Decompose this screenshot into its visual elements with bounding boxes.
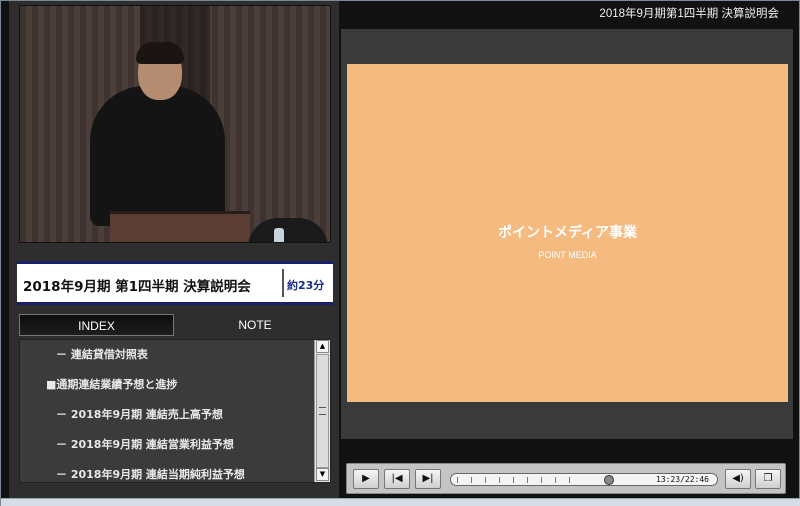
list-item[interactable]: － 連結貸借対照表 [20, 344, 312, 366]
previous-button[interactable]: |◀ [384, 469, 410, 489]
list-item[interactable]: － 2018年9月期 連結当期純利益予想 [20, 464, 312, 482]
player-window: 2018年9月期第1四半期 決算説明会 2018年9月期 第1四半期 決算説明会… [0, 0, 800, 506]
player-controls: ▶ |◀ ▶| 13:23/22:46 ◀) ❐ [346, 463, 786, 494]
session-title-box: 2018年9月期 第1四半期 決算説明会 約23分 [17, 261, 333, 305]
popout-window-icon: ❐ [763, 473, 773, 484]
next-button[interactable]: ▶| [415, 469, 441, 489]
speaker-figure [90, 86, 225, 226]
slide-stage: ポイントメディア事業 POINT MEDIA [341, 29, 793, 439]
tab-index[interactable]: INDEX [19, 314, 174, 336]
left-panel: 2018年9月期 第1四半期 決算説明会 約23分 INDEX NOTE － 連… [9, 1, 339, 498]
play-button[interactable]: ▶ [353, 469, 379, 489]
skip-next-icon: ▶| [422, 473, 434, 484]
tab-note[interactable]: NOTE [179, 314, 331, 336]
seek-handle[interactable] [604, 475, 614, 485]
index-scrollbar[interactable]: ▲ ▼ [314, 340, 330, 482]
slide-subtitle: POINT MEDIA [538, 250, 597, 260]
speaker-icon: ◀) [732, 473, 744, 484]
session-duration: 約23分 [287, 279, 325, 292]
scroll-thumb[interactable] [316, 354, 329, 468]
popout-button[interactable]: ❐ [755, 469, 781, 489]
scroll-up-icon[interactable]: ▲ [316, 340, 329, 353]
presentation-slide: ポイントメディア事業 POINT MEDIA [347, 64, 788, 402]
chapter-ticks [457, 477, 577, 483]
water-bottle [274, 228, 284, 242]
speaker-video[interactable] [19, 5, 331, 243]
list-item[interactable]: ■通期連結業績予想と進捗 [20, 374, 312, 396]
slide-title: ポイントメディア事業 [497, 225, 638, 241]
window-bottom-border [1, 498, 800, 506]
scroll-down-icon[interactable]: ▼ [316, 468, 329, 481]
list-item[interactable]: － 2018年9月期 連結営業利益予想 [20, 434, 312, 456]
seek-bar[interactable]: 13:23/22:46 [450, 473, 718, 486]
window-title: 2018年9月期第1四半期 決算説明会 [599, 8, 779, 20]
skip-previous-icon: |◀ [391, 473, 403, 484]
podium [110, 211, 250, 242]
play-icon: ▶ [362, 473, 370, 484]
speaker-hair [136, 42, 184, 64]
volume-button[interactable]: ◀) [725, 469, 751, 489]
timecode: 13:23/22:46 [656, 475, 709, 484]
grip-icon [319, 407, 326, 415]
title-divider [282, 269, 284, 297]
index-list: － 連結貸借対照表 ■通期連結業績予想と進捗 － 2018年9月期 連結売上高予… [19, 339, 331, 483]
list-item[interactable]: － 2018年9月期 連結売上高予想 [20, 404, 312, 426]
session-title: 2018年9月期 第1四半期 決算説明会 [23, 279, 251, 295]
tab-bar: INDEX NOTE [19, 314, 331, 336]
